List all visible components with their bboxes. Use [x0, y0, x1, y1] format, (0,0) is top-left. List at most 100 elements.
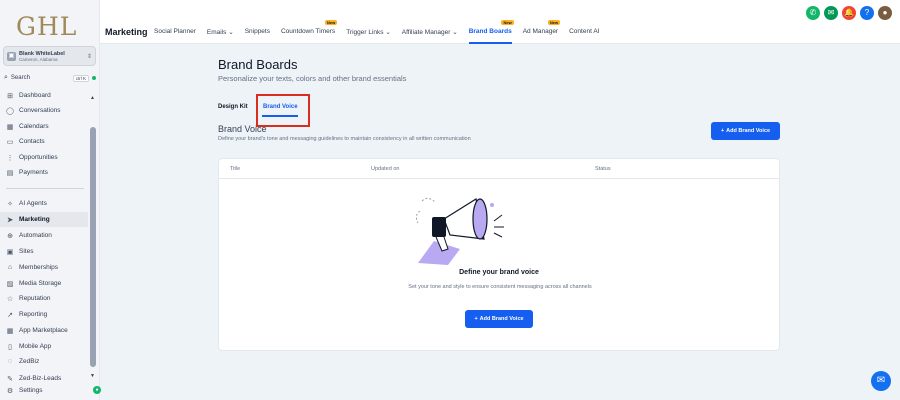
sidebar-search[interactable]: ⌕ Search ctrl K	[4, 72, 96, 84]
sidebar-item-conversations[interactable]: ◯ Conversations	[0, 103, 88, 118]
megaphone-icon[interactable]: ✉	[824, 6, 838, 20]
help-icon[interactable]: ?	[860, 6, 874, 20]
top-nav-label: Brand Boards	[468, 28, 512, 35]
add-brand-voice-button-empty[interactable]: + Add Brand Voice	[465, 310, 533, 328]
sidebar-item-marketing[interactable]: ➤ Marketing	[0, 212, 88, 227]
sidebar-scrollbar[interactable]: ▲ ▼	[90, 95, 96, 383]
sidebar-item-calendars[interactable]: ▦ Calendars	[0, 119, 88, 134]
add-brand-voice-button[interactable]: + Add Brand Voice	[711, 122, 780, 140]
top-nav-label: Social Planner	[154, 28, 196, 35]
logo[interactable]: GHL	[16, 12, 77, 41]
status-dot	[92, 76, 96, 80]
top-bar: Marketing Social Planner Emails ⌄ Snippets…	[100, 0, 900, 44]
sidebar-item-label: AI Agents	[19, 200, 47, 207]
reporting-icon: ↗	[7, 311, 13, 319]
column-status: Status	[595, 166, 611, 172]
top-nav-affiliate-manager[interactable]: Affiliate Manager ⌄	[402, 28, 458, 36]
top-nav-label: Emails ⌄	[206, 29, 234, 36]
sidebar-item-media-storage[interactable]: ▨ Media Storage	[0, 276, 88, 291]
sidebar-item-label: ZedBiz	[19, 358, 40, 365]
sidebar-item-label: Automation	[19, 232, 52, 239]
empty-state-title: Define your brand voice	[459, 269, 539, 276]
megaphone-illustration	[415, 197, 504, 265]
page-subtitle: Personalize your texts, colors and other…	[218, 74, 407, 83]
top-nav-label: Affiliate Manager ⌄	[401, 29, 458, 36]
search-shortcut: ctrl K	[72, 74, 89, 82]
sidebar-item-memberships[interactable]: ⌂ Memberships	[0, 260, 88, 275]
dashboard-icon: ⊞	[7, 92, 13, 100]
leads-icon: ✎	[7, 375, 13, 383]
scroll-down-icon[interactable]: ▼	[90, 373, 95, 379]
chat-icon: ◯	[6, 107, 14, 115]
page-section-title: Marketing	[105, 27, 148, 37]
sidebar-item-automation[interactable]: ⊕ Automation	[0, 228, 88, 243]
sites-icon: ▣	[6, 248, 14, 256]
sidebar-item-ai-agents[interactable]: ✧ AI Agents	[0, 196, 88, 211]
empty-state-description: Set your tone and style to ensure consis…	[408, 284, 592, 290]
top-nav-ad-manager[interactable]: Ad Manager New	[523, 20, 561, 36]
search-label: Search	[10, 75, 30, 81]
sidebar-item-settings[interactable]: ⚙ Settings	[0, 383, 88, 396]
sidebar-item-label: App Marketplace	[19, 327, 68, 334]
media-icon: ▨	[6, 280, 14, 288]
sidebar-item-reputation[interactable]: ☆ Reputation	[0, 291, 88, 306]
page-title: Brand Boards	[218, 57, 298, 72]
sidebar-item-label: Calendars	[19, 123, 49, 130]
section-title: Brand Voice	[218, 124, 267, 134]
bell-icon[interactable]: 🔔	[842, 6, 856, 20]
top-nav-social-planner[interactable]: Social Planner	[154, 28, 196, 36]
top-nav-snippets[interactable]: Snippets	[245, 28, 270, 36]
sidebar-item-sites[interactable]: ▣ Sites	[0, 244, 88, 259]
sidebar-item-label: Media Storage	[19, 280, 62, 287]
sidebar-item-zedbiz[interactable]: ◌ ZedBiz	[0, 354, 88, 369]
sidebar-item-reporting[interactable]: ↗ Reporting	[0, 307, 88, 322]
sidebar-item-mobile-app[interactable]: ▯ Mobile App	[0, 339, 88, 354]
sidebar-item-label: Mobile App	[19, 343, 52, 350]
zedbiz-icon: ◌	[7, 358, 13, 365]
search-icon: ⌕	[4, 74, 8, 81]
chat-support-button[interactable]: ✉	[871, 371, 891, 391]
top-nav-countdown-timers[interactable]: Countdown Timers New	[280, 20, 338, 36]
sidebar-item-dashboard[interactable]: ⊞ Dashboard	[0, 92, 88, 103]
column-title: Title	[230, 166, 241, 172]
top-nav-label: Countdown Timers	[280, 28, 336, 35]
sidebar-divider	[6, 188, 84, 189]
brand-voice-table: Title Updated on Status Define your bran…	[218, 158, 780, 351]
top-nav-content-ai[interactable]: Content AI	[569, 28, 599, 36]
top-nav-brand-boards[interactable]: Brand Boards New	[468, 20, 514, 44]
scroll-thumb[interactable]	[90, 127, 96, 367]
megaphone-bell	[472, 198, 488, 240]
top-nav-trigger-links[interactable]: Trigger Links ⌄	[346, 28, 391, 36]
highlight-box	[256, 94, 310, 127]
sidebar: GHL ▣ Blank WhiteLabel Cameron, Alabama …	[0, 0, 100, 400]
automation-icon: ⊕	[7, 232, 13, 240]
sidebar-item-label: Settings	[19, 387, 43, 394]
account-switcher[interactable]: ▣ Blank WhiteLabel Cameron, Alabama ⇕	[3, 46, 96, 66]
sidebar-item-label: Opportunities	[19, 154, 58, 161]
top-nav-label: Content AI	[569, 28, 600, 35]
chat-icon: ✉	[876, 375, 886, 386]
avatar[interactable]: ●	[878, 6, 892, 20]
sidebar-item-contacts[interactable]: ▭ Contacts	[0, 134, 88, 149]
sidebar-item-label: Reputation	[19, 295, 51, 302]
top-nav: Social Planner Emails ⌄ Snippets Countdown …	[154, 20, 610, 44]
phone-icon[interactable]: ✆	[806, 6, 820, 20]
sidebar-item-label: Marketing	[19, 216, 50, 223]
calendar-icon: ▦	[6, 123, 14, 131]
plus-icon: +	[720, 128, 725, 134]
sidebar-item-opportunities[interactable]: ⋮ Opportunities	[0, 150, 88, 165]
top-nav-label: Trigger Links ⌄	[346, 29, 391, 36]
section-description: Define your brand's tone and messaging g…	[218, 136, 471, 142]
top-nav-emails[interactable]: Emails ⌄	[207, 28, 234, 36]
new-badge: New	[324, 20, 338, 25]
sidebar-item-payments[interactable]: ▤ Payments	[0, 165, 88, 180]
opportunities-icon: ⋮	[6, 154, 14, 162]
sidebar-item-label: Payments	[19, 169, 48, 176]
sidebar-nav: ⊞ Dashboard ◯ Conversations ▦ Calendars ▭ Conta…	[0, 92, 88, 396]
plus-icon: +	[474, 316, 478, 322]
scroll-up-icon[interactable]: ▲	[90, 95, 95, 101]
sidebar-item-app-marketplace[interactable]: ▦ App Marketplace	[0, 323, 88, 338]
tab-design-kit[interactable]: Design Kit	[218, 104, 248, 110]
button-label: Add Brand Voice	[479, 316, 524, 322]
building-icon: ▣	[7, 51, 16, 61]
